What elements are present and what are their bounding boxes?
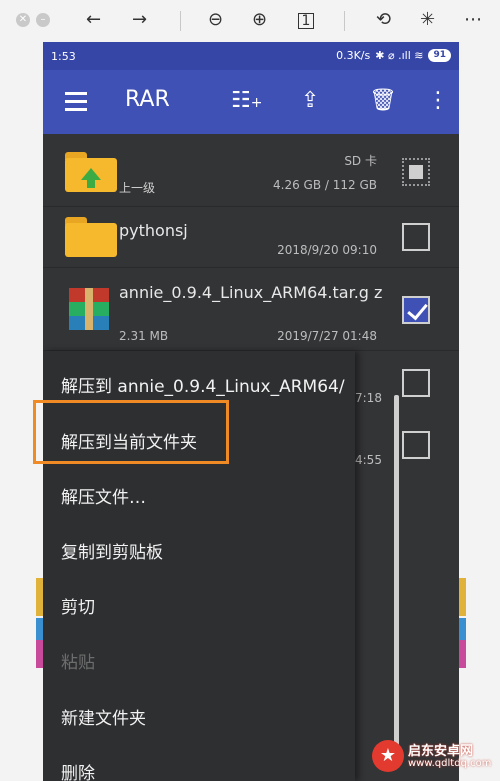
close-window-icon[interactable]: ✕ <box>16 13 30 27</box>
rar-archive-icon <box>69 288 109 330</box>
menu-item-delete[interactable]: 删除 <box>61 759 95 781</box>
add-to-archive-icon[interactable]: ☷+ <box>231 86 262 118</box>
file-size: 2.31 MB <box>119 329 169 343</box>
trash-icon[interactable]: 🗑 <box>369 86 397 116</box>
file-date: 2019/7/27 01:48 <box>277 329 377 343</box>
menu-item-copy-to-clipboard[interactable]: 复制到剪贴板 <box>61 538 163 563</box>
storage-size: 4.26 GB / 112 GB <box>273 178 377 192</box>
file-date: 2018/9/20 09:10 <box>277 243 377 257</box>
folder-up-icon <box>65 152 117 192</box>
extract-up-icon[interactable]: ⇪ <box>301 86 319 116</box>
item-checkbox-checked[interactable] <box>402 296 430 324</box>
file-name: 上一级 <box>119 181 156 195</box>
overflow-menu-icon[interactable]: ⋮ <box>427 86 449 116</box>
hidden-row-time: 7:18 <box>355 391 382 405</box>
item-checkbox[interactable] <box>402 223 430 251</box>
list-item-folder[interactable]: pythonsj 2018/9/20 09:10 <box>43 207 459 268</box>
forward-arrow-icon[interactable]: → <box>132 9 147 31</box>
list-item-archive[interactable]: annie_0.9.4_Linux_ARM64.tar.g z 2.31 MB … <box>43 268 459 351</box>
menu-item-extract-to-folder[interactable]: 解压到 annie_0.9.4_Linux_ARM64/ <box>61 372 345 397</box>
zoom-in-icon[interactable]: ⊕ <box>252 9 267 31</box>
select-all-icon[interactable] <box>402 158 430 186</box>
toolbar-divider <box>344 11 345 31</box>
side-strip <box>459 578 466 616</box>
list-item-parent[interactable]: 上一级 SD 卡 4.26 GB / 112 GB <box>43 134 459 207</box>
more-icon[interactable]: ⋯ <box>464 9 482 31</box>
toolbar-divider <box>180 11 181 31</box>
hidden-row-time: 4:55 <box>355 453 382 467</box>
rotate-icon[interactable]: ⟲ <box>376 9 391 31</box>
menu-item-extract-files[interactable]: 解压文件… <box>61 483 146 508</box>
item-checkbox[interactable] <box>402 369 430 397</box>
status-bar: 1:53 0.3K/s ✱ ⌀ .ıll ≋ 91 <box>43 42 459 70</box>
side-strip <box>36 640 43 668</box>
menu-item-paste: 粘贴 <box>61 653 95 673</box>
actual-size-icon[interactable]: 1 <box>298 13 314 29</box>
storage-label: SD 卡 <box>344 154 377 168</box>
menu-item-cut[interactable]: 剪切 <box>61 593 95 618</box>
folder-icon <box>65 217 117 257</box>
watermark-logo-icon: ★ <box>372 740 404 772</box>
magic-wand-icon[interactable]: ✳ <box>420 9 435 31</box>
watermark-url: www.qdltdq.com <box>408 758 492 769</box>
battery-icon: 91 <box>428 49 451 62</box>
status-time: 1:53 <box>51 50 76 63</box>
app-bar: RAR ☷+ ⇪ 🗑 ⋮ <box>43 70 459 134</box>
minimize-window-icon[interactable]: – <box>36 13 50 27</box>
highlight-box <box>33 400 229 464</box>
zoom-out-icon[interactable]: ⊖ <box>208 9 223 31</box>
status-icons: ✱ ⌀ .ıll ≋ <box>375 49 424 62</box>
menu-item-new-folder[interactable]: 新建文件夹 <box>61 704 146 729</box>
hamburger-menu-icon[interactable] <box>65 92 87 112</box>
watermark: ★ 启东安卓网 www.qdltdq.com <box>372 738 492 776</box>
network-speed: 0.3K/s <box>336 49 371 62</box>
side-strip <box>36 578 43 616</box>
watermark-title: 启东安卓网 <box>408 744 474 759</box>
file-name: annie_0.9.4_Linux_ARM64.tar.g z <box>119 283 383 302</box>
scrollbar[interactable] <box>394 395 399 765</box>
file-name: pythonsj <box>119 221 188 240</box>
app-title: RAR <box>125 87 170 112</box>
item-checkbox[interactable] <box>402 431 430 459</box>
back-arrow-icon[interactable]: ← <box>86 9 101 31</box>
side-strip <box>459 640 466 668</box>
viewer-toolbar: ✕ – ← → ⊖ ⊕ 1 ⟲ ✳ ⋯ <box>0 0 500 42</box>
